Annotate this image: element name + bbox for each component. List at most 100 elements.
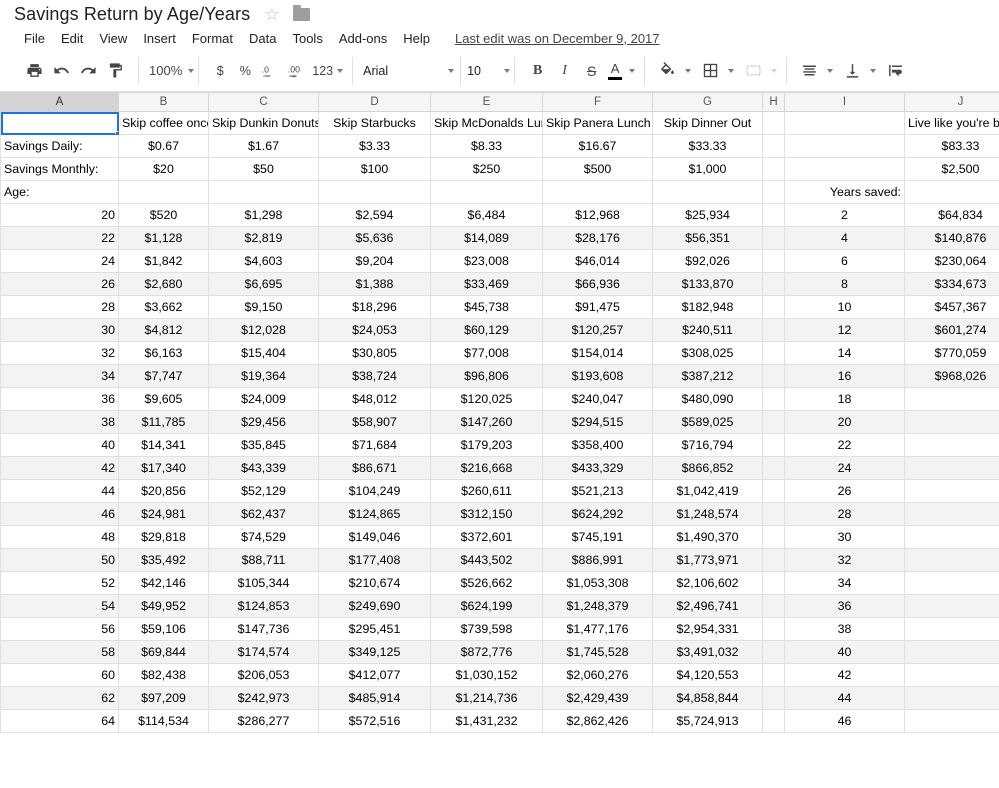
cell-c-value[interactable]: $286,277: [208, 709, 319, 733]
chevron-down-icon[interactable]: [685, 68, 692, 73]
savings-monthly-d[interactable]: $100: [318, 157, 431, 181]
cell-age[interactable]: 54: [0, 594, 119, 618]
cell-age[interactable]: 34: [0, 364, 119, 388]
cell-f-value[interactable]: $1,477,176: [542, 617, 653, 641]
cell-live-like-broke[interactable]: [904, 502, 999, 526]
column-header-i[interactable]: I: [784, 92, 905, 112]
savings-daily-d[interactable]: $3.33: [318, 134, 431, 158]
cell-d-value[interactable]: $38,724: [318, 364, 431, 388]
cell-years-saved[interactable]: 18: [784, 387, 905, 411]
cell-e-value[interactable]: $739,598: [430, 617, 543, 641]
cell-g-value[interactable]: $866,852: [652, 456, 763, 480]
cell-g-value[interactable]: $308,025: [652, 341, 763, 365]
cell-age[interactable]: 32: [0, 341, 119, 365]
cell-d-value[interactable]: $58,907: [318, 410, 431, 434]
cell-g-value[interactable]: $1,248,574: [652, 502, 763, 526]
cell-e-value[interactable]: $526,662: [430, 571, 543, 595]
cell-h-spacer[interactable]: [762, 709, 785, 733]
cell-age[interactable]: 60: [0, 663, 119, 687]
cell-g-value[interactable]: $2,496,741: [652, 594, 763, 618]
cell-c-value[interactable]: $74,529: [208, 525, 319, 549]
vertical-align-icon[interactable]: [839, 58, 866, 84]
cell-f-value[interactable]: $433,329: [542, 456, 653, 480]
strikethrough-button[interactable]: S: [578, 58, 605, 84]
cell-h-spacer[interactable]: [762, 433, 785, 457]
cell-b-value[interactable]: $6,163: [118, 341, 209, 365]
chevron-down-icon[interactable]: [827, 68, 834, 73]
cell-e-value[interactable]: $312,150: [430, 502, 543, 526]
column-header-g[interactable]: G: [652, 92, 763, 112]
cell-years-saved[interactable]: 24: [784, 456, 905, 480]
cell-f-value[interactable]: $2,862,426: [542, 709, 653, 733]
percent-format-button[interactable]: %: [232, 58, 258, 84]
cell-b-value[interactable]: $14,341: [118, 433, 209, 457]
cell-live-like-broke[interactable]: [904, 410, 999, 434]
years-saved-label[interactable]: Years saved:: [784, 180, 905, 204]
cell-live-like-broke[interactable]: [904, 709, 999, 733]
cell-live-like-broke[interactable]: $601,274: [904, 318, 999, 342]
cell-c-value[interactable]: $12,028: [208, 318, 319, 342]
cell-age[interactable]: 64: [0, 709, 119, 733]
cell-years-saved[interactable]: 6: [784, 249, 905, 273]
cell-h-spacer[interactable]: [762, 295, 785, 319]
cell-c-value[interactable]: $52,129: [208, 479, 319, 503]
cell-age[interactable]: 22: [0, 226, 119, 250]
savings-daily-b[interactable]: $0.67: [118, 134, 209, 158]
cell-h-spacer[interactable]: [762, 410, 785, 434]
cell-g-value[interactable]: $4,858,844: [652, 686, 763, 710]
italic-button[interactable]: I: [551, 58, 578, 84]
cell-d-value[interactable]: $30,805: [318, 341, 431, 365]
column-header-f[interactable]: F: [542, 92, 653, 112]
cell-b-value[interactable]: $42,146: [118, 571, 209, 595]
toolbar-group-zoom[interactable]: 100%: [139, 56, 200, 85]
cell-c-value[interactable]: $9,150: [208, 295, 319, 319]
cell-f-value[interactable]: $294,515: [542, 410, 653, 434]
cell-h-spacer[interactable]: [762, 663, 785, 687]
age-header-f[interactable]: [542, 180, 653, 204]
font-size-value[interactable]: 10: [467, 58, 481, 84]
savings-daily-f[interactable]: $16.67: [542, 134, 653, 158]
cell-e-value[interactable]: $6,484: [430, 203, 543, 227]
cell-e-value[interactable]: $23,008: [430, 249, 543, 273]
cell-age[interactable]: 50: [0, 548, 119, 572]
age-header-j[interactable]: [904, 180, 999, 204]
increase-decimal-icon[interactable]: .00: [285, 58, 312, 84]
more-formats-button[interactable]: 123: [312, 58, 333, 84]
cell-g-value[interactable]: $716,794: [652, 433, 763, 457]
cell-b-value[interactable]: $97,209: [118, 686, 209, 710]
cell-live-like-broke[interactable]: [904, 433, 999, 457]
cell-b-value[interactable]: $114,534: [118, 709, 209, 733]
cell-age[interactable]: 46: [0, 502, 119, 526]
paint-format-icon[interactable]: [102, 58, 129, 84]
fill-handle[interactable]: [115, 131, 118, 134]
cell-h-spacer[interactable]: [762, 617, 785, 641]
column-header-b[interactable]: B: [118, 92, 209, 112]
cell-h-spacer[interactable]: [762, 640, 785, 664]
age-header-b[interactable]: [118, 180, 209, 204]
cell-d-value[interactable]: $349,125: [318, 640, 431, 664]
cell-b-value[interactable]: $35,492: [118, 548, 209, 572]
cell-e1[interactable]: Skip McDonalds Lunch: [430, 111, 543, 135]
currency-format-button[interactable]: $: [208, 58, 232, 84]
cell-f-value[interactable]: $91,475: [542, 295, 653, 319]
cell-b-value[interactable]: $2,680: [118, 272, 209, 296]
bold-button[interactable]: B: [524, 58, 551, 84]
cell-e-value[interactable]: $872,776: [430, 640, 543, 664]
cell-e-value[interactable]: $33,469: [430, 272, 543, 296]
star-icon-wrap[interactable]: ☆: [264, 6, 279, 23]
decrease-decimal-icon[interactable]: .0: [258, 58, 285, 84]
age-header-g[interactable]: [652, 180, 763, 204]
chevron-down-icon[interactable]: [870, 68, 877, 73]
last-edit-link[interactable]: Last edit was on December 9, 2017: [455, 31, 660, 46]
cell-years-saved[interactable]: 4: [784, 226, 905, 250]
cell-e-value[interactable]: $260,611: [430, 479, 543, 503]
menu-insert[interactable]: Insert: [135, 29, 184, 48]
cell-h-spacer[interactable]: [762, 548, 785, 572]
cell-h-spacer[interactable]: [762, 226, 785, 250]
cell-age[interactable]: 48: [0, 525, 119, 549]
redo-icon[interactable]: [75, 58, 102, 84]
cell-h-spacer[interactable]: [762, 686, 785, 710]
cell-h-spacer[interactable]: [762, 525, 785, 549]
cell-f1[interactable]: Skip Panera Lunch: [542, 111, 653, 135]
savings-daily-g[interactable]: $33.33: [652, 134, 763, 158]
